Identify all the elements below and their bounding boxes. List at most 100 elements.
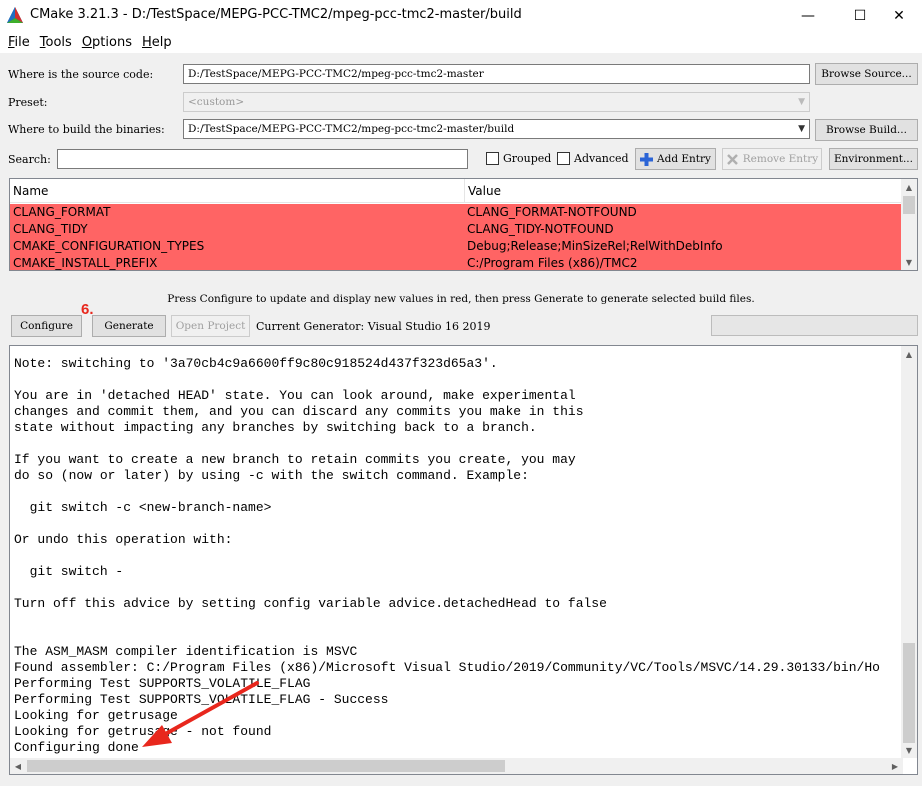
build-path-combobox[interactable]: D:/TestSpace/MEPG-PCC-TMC2/mpeg-pcc-tmc2…	[183, 119, 810, 139]
build-path-value: D:/TestSpace/MEPG-PCC-TMC2/mpeg-pcc-tmc2…	[188, 123, 515, 135]
cache-value-cell[interactable]: C:/Program Files (x86)/TMC2	[467, 256, 638, 270]
build-label: Where to build the binaries:	[8, 123, 165, 136]
menu-options-accel: O	[81, 34, 93, 50]
log-line: Turn off this advice by setting config v…	[14, 596, 607, 611]
log-line: Or undo this operation with:	[14, 532, 233, 547]
current-generator-text: Current Generator: Visual Studio 16 2019	[256, 320, 491, 333]
log-line: Looking for getrusage	[14, 708, 178, 723]
open-project-button[interactable]: Open Project	[171, 315, 250, 337]
log-line: git switch -	[14, 564, 124, 579]
title-bar: CMake 3.21.3 - D:/TestSpace/MEPG-PCC-TMC…	[0, 0, 922, 31]
remove-entry-button[interactable]: Remove Entry	[722, 148, 822, 170]
plus-icon	[640, 152, 654, 166]
scroll-thumb[interactable]	[27, 760, 505, 772]
search-label: Search:	[8, 153, 51, 166]
column-header-name[interactable]: Name	[10, 179, 465, 203]
log-line: The ASM_MASM compiler identification is …	[14, 644, 358, 659]
cache-table-body: CLANG_FORMAT CLANG_FORMAT-NOTFOUND CLANG…	[10, 204, 903, 270]
scroll-down-icon[interactable]: ▼	[901, 742, 917, 758]
generate-button[interactable]: Generate	[92, 315, 166, 337]
add-entry-label: Add Entry	[657, 153, 711, 165]
grouped-checkbox[interactable]: Grouped	[486, 152, 551, 165]
cache-table-header: Name Value	[10, 179, 903, 203]
source-label: Where is the source code:	[8, 68, 154, 81]
progress-bar	[711, 315, 918, 336]
grouped-label: Grouped	[503, 152, 552, 165]
scroll-down-icon[interactable]: ▼	[901, 254, 917, 270]
chevron-down-icon[interactable]: ▼	[798, 124, 805, 134]
remove-entry-label: Remove Entry	[742, 153, 819, 165]
cache-value-cell[interactable]: CLANG_TIDY-NOTFOUND	[467, 222, 614, 236]
menu-tools-label: ools	[45, 34, 72, 50]
window-title: CMake 3.21.3 - D:/TestSpace/MEPG-PCC-TMC…	[30, 7, 522, 22]
cache-name-cell: CLANG_FORMAT	[13, 205, 111, 219]
menu-help[interactable]: Help	[137, 35, 177, 50]
cmake-logo-icon	[7, 7, 23, 23]
scroll-up-icon[interactable]: ▲	[901, 179, 917, 195]
menu-file[interactable]: File	[3, 35, 35, 50]
table-row[interactable]: CMAKE_INSTALL_PREFIX C:/Program Files (x…	[10, 255, 903, 270]
log-line: Found assembler: C:/Program Files (x86)/…	[14, 660, 880, 675]
search-input[interactable]	[57, 149, 468, 169]
log-line: You are in 'detached HEAD' state. You ca…	[14, 388, 576, 403]
chevron-down-icon: ▼	[798, 97, 805, 107]
configure-button[interactable]: Configure	[11, 315, 82, 337]
menu-options-label: ptions	[92, 34, 132, 50]
browse-source-button[interactable]: Browse Source...	[815, 63, 918, 85]
add-entry-button[interactable]: Add Entry	[635, 148, 716, 170]
menu-file-label: ile	[14, 34, 30, 50]
menu-help-accel: H	[141, 34, 152, 50]
remove-x-icon	[726, 153, 738, 165]
scroll-thumb[interactable]	[903, 196, 915, 214]
scroll-left-icon[interactable]: ◀	[10, 758, 26, 774]
log-line: Performing Test SUPPORTS_VOLATILE_FLAG -…	[14, 692, 389, 707]
hint-text: Press Configure to update and display ne…	[167, 293, 755, 305]
log-line: do so (now or later) by using -c with th…	[14, 468, 529, 483]
table-row[interactable]: CLANG_TIDY CLANG_TIDY-NOTFOUND	[10, 221, 903, 238]
table-row[interactable]: CLANG_FORMAT CLANG_FORMAT-NOTFOUND	[10, 204, 903, 221]
grouped-checkbox-box[interactable]	[486, 152, 499, 165]
column-header-value[interactable]: Value	[465, 179, 903, 203]
table-row[interactable]: CMAKE_CONFIGURATION_TYPES Debug;Release;…	[10, 238, 903, 255]
log-line: Performing Test SUPPORTS_VOLATILE_FLAG	[14, 676, 311, 691]
scroll-up-icon[interactable]: ▲	[901, 346, 917, 362]
scroll-right-icon[interactable]: ▶	[887, 758, 903, 774]
browse-build-button[interactable]: Browse Build...	[815, 119, 918, 141]
menu-tools[interactable]: Tools	[35, 35, 77, 50]
scroll-thumb[interactable]	[903, 643, 915, 743]
menu-bar: File Tools Options Help	[0, 31, 922, 53]
cache-table[interactable]: Name Value CLANG_FORMAT CLANG_FORMAT-NOT…	[9, 178, 918, 271]
cache-name-cell: CLANG_TIDY	[13, 222, 88, 236]
source-path-field[interactable]: D:/TestSpace/MEPG-PCC-TMC2/mpeg-pcc-tmc2…	[183, 64, 810, 84]
log-line: If you want to create a new branch to re…	[14, 452, 576, 467]
minimize-button[interactable]: —	[785, 0, 831, 31]
menu-help-label: elp	[151, 34, 172, 50]
cache-name-cell: CMAKE_INSTALL_PREFIX	[13, 256, 158, 270]
environment-button[interactable]: Environment...	[829, 148, 918, 170]
log-line: state without impacting any branches by …	[14, 420, 537, 435]
preset-value: <custom>	[188, 96, 245, 108]
advanced-checkbox-box[interactable]	[557, 152, 570, 165]
advanced-checkbox[interactable]: Advanced	[557, 152, 629, 165]
log-line: changes and commit them, and you can dis…	[14, 404, 584, 419]
preset-dropdown[interactable]: <custom> ▼	[183, 92, 810, 112]
log-line: Looking for getrusage - not found	[14, 724, 272, 739]
cache-value-cell[interactable]: CLANG_FORMAT-NOTFOUND	[467, 205, 637, 219]
log-line: Configuring done	[14, 740, 139, 755]
output-log[interactable]: Note: switching to '3a70cb4c9a6600ff9c80…	[9, 345, 918, 775]
close-button[interactable]: ✕	[876, 0, 922, 31]
preset-label: Preset:	[8, 96, 48, 109]
cache-value-cell[interactable]: Debug;Release;MinSizeRel;RelWithDebInfo	[467, 239, 723, 253]
log-line: git switch -c <new-branch-name>	[14, 500, 272, 515]
log-line: Note: switching to '3a70cb4c9a6600ff9c80…	[14, 356, 498, 371]
output-horizontal-scrollbar[interactable]: ◀ ▶	[10, 758, 903, 774]
output-vertical-scrollbar[interactable]: ▲ ▼	[901, 346, 917, 758]
menu-options[interactable]: Options	[77, 35, 137, 50]
cache-vertical-scrollbar[interactable]: ▲ ▼	[901, 179, 917, 270]
